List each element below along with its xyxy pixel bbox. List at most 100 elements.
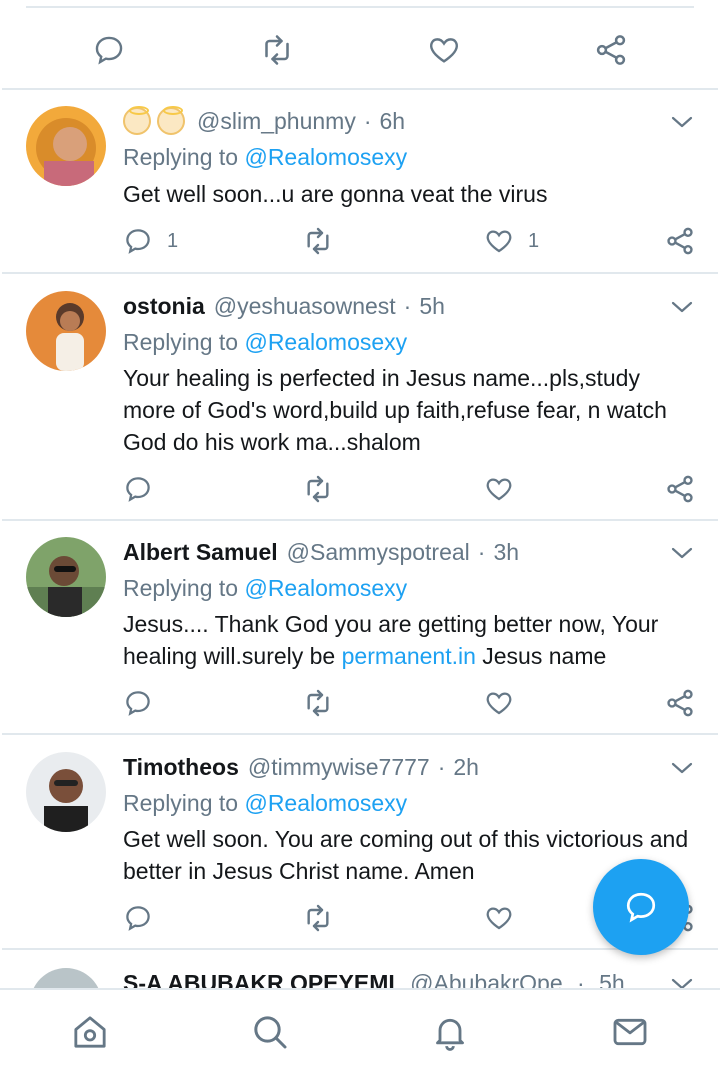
compose-reply-icon (626, 892, 656, 923)
share-button[interactable] (664, 471, 696, 507)
home-icon[interactable] (70, 1012, 110, 1052)
top-divider (26, 6, 694, 8)
retweet-button[interactable] (302, 900, 334, 936)
search-icon[interactable] (250, 1012, 290, 1052)
avatar[interactable] (26, 537, 106, 617)
avatar[interactable] (26, 291, 106, 371)
tweet-handle[interactable]: @Sammyspotreal (287, 539, 470, 566)
tweet-handle[interactable]: @AbubakrOpe (410, 970, 563, 988)
messages-icon[interactable] (610, 1012, 650, 1052)
tweet-author-name[interactable]: ostonia (123, 293, 205, 320)
separator-dot: · (363, 107, 372, 134)
tweet-time[interactable]: 6h (380, 108, 406, 135)
share-icon (667, 689, 693, 717)
tweet-header: Timotheos @timmywise7777 · 2h (123, 752, 479, 782)
tweet-actions (0, 685, 720, 721)
replying-to: Replying to @Realomosexy (123, 790, 407, 817)
retweet-icon (307, 475, 329, 503)
retweet-button[interactable] (302, 223, 334, 259)
reply-icon[interactable] (91, 32, 127, 68)
replying-to-link[interactable]: @Realomosexy (244, 329, 407, 355)
share-icon (667, 227, 693, 255)
replying-prefix: Replying to (123, 144, 239, 170)
replying-prefix: Replying to (123, 329, 239, 355)
bottom-navigation (0, 988, 720, 1072)
reply-icon (126, 477, 150, 502)
tweet-handle[interactable]: @timmywise7777 (248, 754, 430, 781)
share-icon[interactable] (593, 32, 629, 68)
divider (2, 733, 718, 735)
reply-button[interactable]: 1 (123, 223, 178, 259)
like-button[interactable] (484, 471, 514, 507)
compose-reply-button[interactable] (593, 859, 689, 955)
chevron-down-icon[interactable] (668, 972, 696, 988)
avatar[interactable] (30, 968, 102, 988)
tweet-text: Get well soon...u are gonna veat the vir… (123, 181, 548, 207)
like-icon (486, 478, 512, 501)
like-button[interactable]: 1 (484, 223, 539, 259)
tweet-handle[interactable]: @slim_phunmy (197, 108, 356, 135)
tweet-handle[interactable]: @yeshuasownest (214, 293, 396, 320)
replying-prefix: Replying to (123, 790, 239, 816)
separator-dot: · (577, 970, 585, 988)
chevron-down-icon[interactable] (668, 756, 696, 780)
chevron-down-icon[interactable] (668, 295, 696, 319)
tweet-header: @slim_phunmy · 6h (123, 106, 405, 136)
retweet-icon (307, 904, 329, 932)
tweet-link[interactable]: permanent.in (342, 643, 476, 669)
replying-to-link[interactable]: @Realomosexy (244, 790, 407, 816)
parent-tweet-actions (0, 14, 720, 86)
divider (2, 519, 718, 521)
separator-dot: · (403, 292, 412, 319)
reply-icon (126, 906, 150, 931)
retweet-icon (307, 227, 329, 255)
like-button[interactable] (484, 685, 514, 721)
retweet-button[interactable] (302, 471, 334, 507)
retweet-icon (307, 689, 329, 717)
replying-prefix: Replying to (123, 575, 239, 601)
like-icon (486, 692, 512, 715)
chevron-down-icon[interactable] (668, 541, 696, 565)
reply-button[interactable] (123, 685, 153, 721)
tweet-author-name[interactable]: Albert Samuel (123, 539, 278, 566)
like-icon[interactable] (426, 32, 462, 68)
retweet-icon[interactable] (259, 32, 295, 68)
avatar[interactable] (26, 106, 106, 186)
reply-button[interactable] (123, 471, 153, 507)
like-count: 1 (528, 229, 540, 252)
angel-emoji-icon (123, 106, 151, 135)
tweet-header: ostonia @yeshuasownest · 5h (123, 291, 445, 321)
replying-to: Replying to @Realomosexy (123, 144, 407, 171)
tweet-author-name[interactable]: S-A ABUBAKR OPEYEMI (123, 970, 395, 988)
tweet-text-part: Jesus name (475, 643, 607, 669)
reply-count: 1 (167, 229, 179, 252)
replying-to: Replying to @Realomosexy (123, 329, 407, 356)
tweet-time[interactable]: 3h (493, 539, 519, 566)
tweet-text: Jesus.... Thank God you are getting bett… (123, 608, 698, 672)
replying-to-link[interactable]: @Realomosexy (244, 575, 407, 601)
avatar[interactable] (26, 752, 106, 832)
retweet-button[interactable] (302, 685, 334, 721)
share-button[interactable] (664, 223, 696, 259)
divider (2, 88, 718, 90)
reply-button[interactable] (123, 900, 153, 936)
chevron-down-icon[interactable] (668, 110, 696, 134)
tweet-actions (0, 471, 720, 507)
share-icon (667, 475, 693, 503)
tweet-time[interactable]: 5h (599, 970, 625, 988)
angel-emoji-icon (157, 106, 185, 135)
tweet-time[interactable]: 5h (419, 293, 445, 320)
tweet-header: Albert Samuel @Sammyspotreal · 3h (123, 537, 519, 567)
tweet-time[interactable]: 2h (453, 754, 479, 781)
reply-icon (126, 691, 150, 716)
replying-to-link[interactable]: @Realomosexy (244, 144, 407, 170)
like-icon (486, 230, 512, 253)
tweet-text: Your healing is perfected in Jesus name.… (123, 365, 667, 455)
separator-dot: · (437, 753, 446, 780)
partial-tweet[interactable]: S-A ABUBAKR OPEYEMI @AbubakrOpe · 5h (0, 960, 720, 988)
share-button[interactable] (664, 685, 696, 721)
separator-dot: · (477, 538, 486, 565)
notifications-icon[interactable] (430, 1012, 470, 1052)
tweet-author-name[interactable]: Timotheos (123, 754, 239, 781)
like-button[interactable] (484, 900, 514, 936)
